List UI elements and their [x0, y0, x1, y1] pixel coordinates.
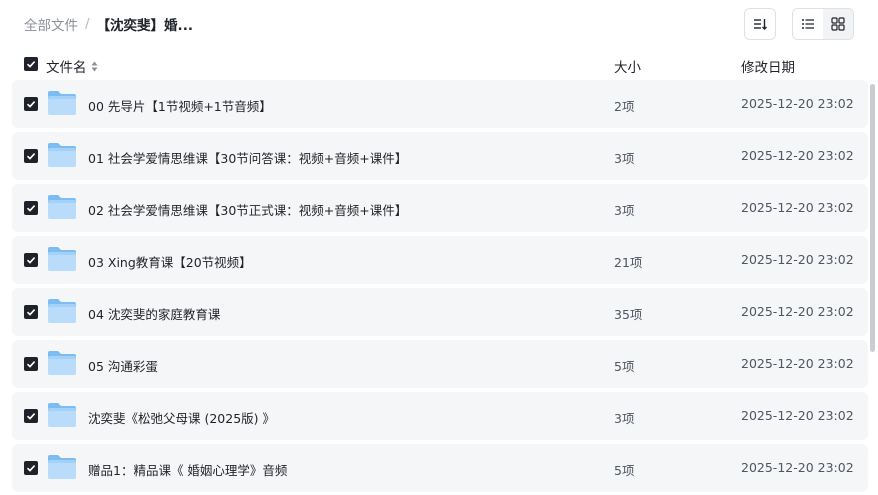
- vertical-scrollbar[interactable]: [870, 84, 875, 352]
- column-header-size[interactable]: 大小: [614, 56, 641, 76]
- top-bar: 全部文件 / 【沈奕斐】婚...: [0, 0, 878, 48]
- row-checkbox[interactable]: [24, 97, 38, 111]
- file-date: 2025-12-20 23:02: [741, 408, 854, 423]
- file-date: 2025-12-20 23:02: [741, 356, 854, 371]
- file-date: 2025-12-20 23:02: [741, 148, 854, 163]
- row-checkbox[interactable]: [24, 201, 38, 215]
- folder-icon: [48, 143, 76, 167]
- file-row[interactable]: 赠品1：精品课《 婚姻心理学》音频 5项 2025-12-20 23:02: [12, 444, 868, 492]
- list-view-icon: [802, 19, 814, 29]
- sort-button[interactable]: [744, 8, 776, 40]
- file-size: 3项: [614, 411, 635, 426]
- folder-icon: [48, 299, 76, 323]
- list-view-button[interactable]: [793, 9, 823, 39]
- check-icon: [26, 205, 36, 212]
- file-name[interactable]: 02 社会学爱情思维课【30节正式课：视频+音频+课件】: [88, 200, 407, 219]
- file-size: 21项: [614, 255, 643, 270]
- file-name[interactable]: 沈奕斐《松弛父母课 (2025版) 》: [88, 408, 275, 427]
- folder-icon: [48, 195, 76, 219]
- file-size: 3项: [614, 203, 635, 218]
- breadcrumb: 全部文件 / 【沈奕斐】婚...: [24, 14, 193, 34]
- file-name[interactable]: 00 先导片【1节视频+1节音频】: [88, 96, 272, 115]
- grid-view-icon: [831, 17, 845, 31]
- folder-icon: [48, 91, 76, 115]
- file-row[interactable]: 01 社会学爱情思维课【30节问答课：视频+音频+课件】 3项 2025-12-20…: [12, 132, 868, 180]
- file-row[interactable]: 00 先导片【1节视频+1节音频】 2项 2025-12-20 23:02: [12, 80, 868, 128]
- view-mode-toggle: [792, 8, 854, 40]
- select-all-checkbox[interactable]: [24, 57, 38, 71]
- file-row[interactable]: 05 沟通彩蛋 5项 2025-12-20 23:02: [12, 340, 868, 388]
- file-row[interactable]: 沈奕斐《松弛父母课 (2025版) 》 3项 2025-12-20 23:02: [12, 392, 868, 440]
- sort-caret-icon[interactable]: [91, 61, 98, 72]
- file-name[interactable]: 01 社会学爱情思维课【30节问答课：视频+音频+课件】: [88, 148, 407, 167]
- file-name[interactable]: 赠品1：精品课《 婚姻心理学》音频: [88, 460, 287, 479]
- breadcrumb-root-link[interactable]: 全部文件: [24, 14, 78, 34]
- check-icon: [26, 153, 36, 160]
- column-header-name-label: 文件名: [46, 60, 87, 76]
- file-size: 2项: [614, 99, 635, 114]
- file-date: 2025-12-20 23:02: [741, 252, 854, 267]
- check-icon: [26, 361, 36, 368]
- file-date: 2025-12-20 23:02: [741, 304, 854, 319]
- file-size: 5项: [614, 463, 635, 478]
- file-name[interactable]: 05 沟通彩蛋: [88, 356, 158, 375]
- sort-list-icon: [754, 19, 767, 30]
- row-checkbox[interactable]: [24, 305, 38, 319]
- file-size: 5项: [614, 359, 635, 374]
- file-date: 2025-12-20 23:02: [741, 460, 854, 475]
- file-date: 2025-12-20 23:02: [741, 200, 854, 215]
- file-date: 2025-12-20 23:02: [741, 96, 854, 111]
- folder-icon: [48, 247, 76, 271]
- check-icon: [26, 61, 36, 68]
- grid-view-button[interactable]: [823, 9, 853, 39]
- file-size: 3项: [614, 151, 635, 166]
- breadcrumb-current: 【沈奕斐】婚...: [96, 18, 193, 34]
- file-list-header: 文件名 大小 修改日期: [0, 52, 878, 78]
- column-header-name[interactable]: 文件名: [46, 56, 98, 76]
- row-checkbox[interactable]: [24, 357, 38, 371]
- file-row[interactable]: 03 Xing教育课【20节视频】 21项 2025-12-20 23:02: [12, 236, 868, 284]
- check-icon: [26, 413, 36, 420]
- row-checkbox[interactable]: [24, 253, 38, 267]
- column-header-date[interactable]: 修改日期: [741, 56, 795, 76]
- folder-icon: [48, 351, 76, 375]
- file-row[interactable]: 02 社会学爱情思维课【30节正式课：视频+音频+课件】 3项 2025-12-20…: [12, 184, 868, 232]
- check-icon: [26, 101, 36, 108]
- file-name[interactable]: 04 沈奕斐的家庭教育课: [88, 304, 220, 323]
- check-icon: [26, 309, 36, 316]
- row-checkbox[interactable]: [24, 149, 38, 163]
- file-row[interactable]: 04 沈奕斐的家庭教育课 35项 2025-12-20 23:02: [12, 288, 868, 336]
- folder-icon: [48, 403, 76, 427]
- breadcrumb-separator: /: [85, 16, 90, 32]
- row-checkbox[interactable]: [24, 409, 38, 423]
- row-checkbox[interactable]: [24, 461, 38, 475]
- file-size: 35项: [614, 307, 643, 322]
- file-list: 00 先导片【1节视频+1节音频】 2项 2025-12-20 23:02 01 社会…: [12, 80, 868, 495]
- file-name[interactable]: 03 Xing教育课【20节视频】: [88, 252, 252, 271]
- check-icon: [26, 465, 36, 472]
- folder-icon: [48, 455, 76, 479]
- check-icon: [26, 257, 36, 264]
